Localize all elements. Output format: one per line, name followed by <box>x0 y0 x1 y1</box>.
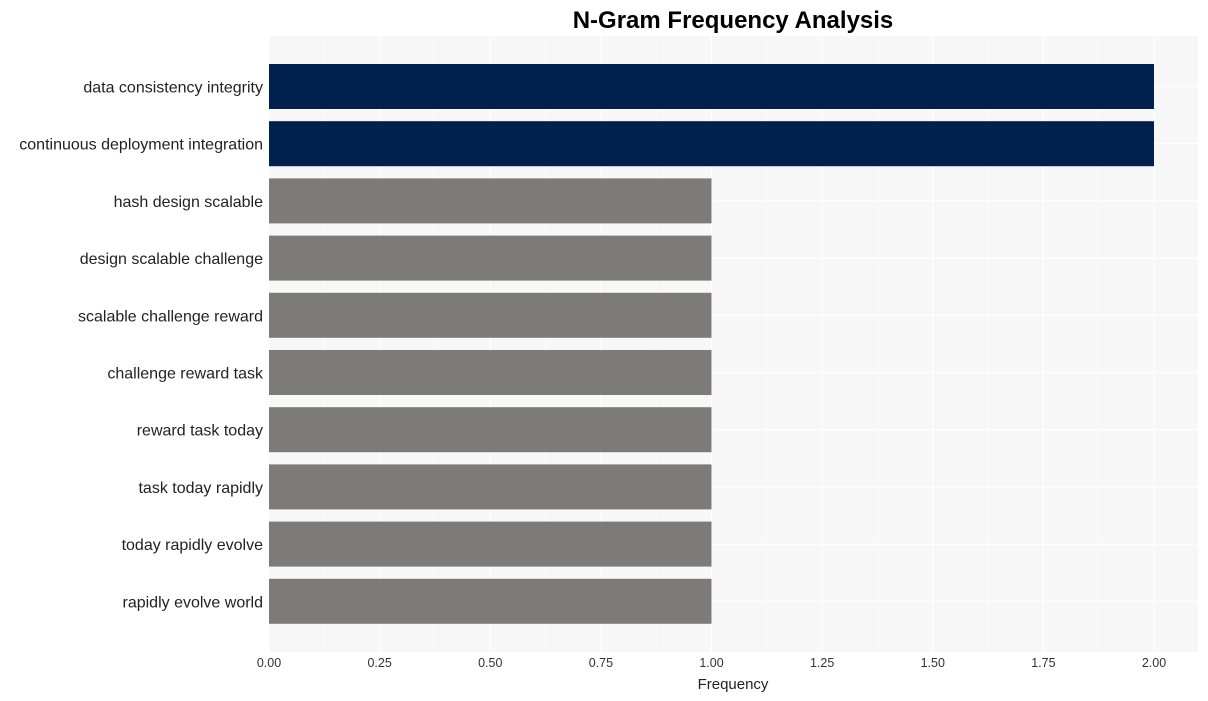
bar <box>269 64 1154 109</box>
y-tick-label: reward task today <box>137 423 263 440</box>
bar <box>269 521 712 567</box>
ngram-frequency-chart: data consistency integrity continuous dep… <box>19 7 1198 693</box>
bar <box>269 121 1154 167</box>
x-tick-label: 0.75 <box>589 656 613 670</box>
x-tick-label: 0.00 <box>257 656 281 670</box>
bar <box>269 235 712 281</box>
x-tick-label: 1.75 <box>1031 656 1055 670</box>
bar <box>269 350 712 395</box>
x-tick-label: 1.00 <box>699 656 723 670</box>
y-tick-label: scalable challenge reward <box>78 308 263 325</box>
x-tick-label: 0.50 <box>478 656 502 670</box>
x-tick-label: 1.50 <box>921 656 945 670</box>
bar <box>269 292 712 338</box>
y-tick-label: data consistency integrity <box>83 80 263 97</box>
y-axis-labels: data consistency integrity continuous dep… <box>19 80 264 612</box>
y-tick-label: challenge reward task <box>107 366 264 383</box>
bar <box>269 464 712 510</box>
x-tick-label: 1.25 <box>810 656 834 670</box>
x-axis-label: Frequency <box>698 676 769 693</box>
x-tick-label: 2.00 <box>1142 656 1166 670</box>
bar <box>269 178 712 224</box>
x-tick-label: 0.25 <box>367 656 391 670</box>
bar <box>269 578 712 624</box>
chart-title: N-Gram Frequency Analysis <box>573 7 894 34</box>
y-tick-label: hash design scalable <box>114 194 264 211</box>
bar <box>269 407 712 453</box>
x-axis-ticks: 0.00 0.25 0.50 0.75 1.00 1.25 1.50 1.75 2.00 <box>257 656 1166 670</box>
y-tick-label: design scalable challenge <box>80 251 263 268</box>
y-tick-label: continuous deployment integration <box>19 137 263 154</box>
y-tick-label: rapidly evolve world <box>122 594 263 611</box>
y-tick-label: task today rapidly <box>138 480 263 497</box>
y-tick-label: today rapidly evolve <box>122 537 264 554</box>
